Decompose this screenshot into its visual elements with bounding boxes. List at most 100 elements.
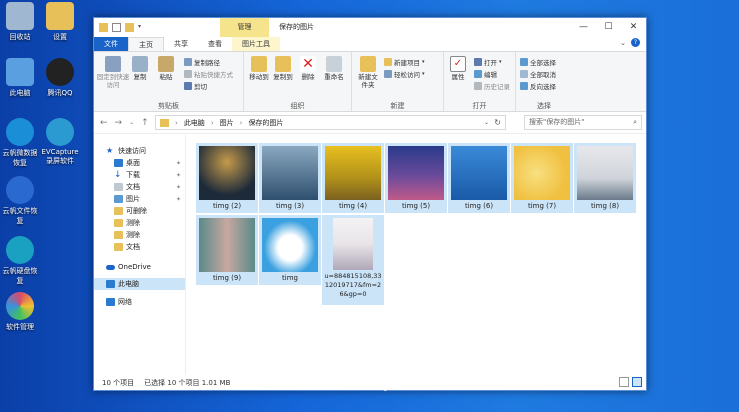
rename-button[interactable]: 重命名 [322, 56, 346, 81]
desktop-icon-settings[interactable]: 设置 [40, 2, 80, 42]
close-button[interactable]: ✕ [621, 18, 646, 37]
desktop-icon-software-manager[interactable]: 软件管理 [0, 292, 40, 332]
file-thumbnail[interactable]: timg (2) [196, 143, 258, 213]
desktop-icon-label: 云帆硬盘恢复 [2, 267, 38, 285]
manage-context-tab[interactable]: 管理 [220, 18, 269, 37]
chevron-down-icon[interactable]: ⌄ [129, 119, 134, 126]
file-thumbnail[interactable]: timg [259, 215, 321, 285]
edit-button[interactable]: 编辑 [474, 69, 497, 79]
file-thumbnail[interactable]: timg (4) [322, 143, 384, 213]
thumbnail-view-icon[interactable] [632, 377, 642, 387]
tab-home[interactable]: 主页 [128, 37, 164, 51]
address-bar[interactable]: › 此电脑 › 图片 › 保存的图片 ⌄ ↻ [155, 115, 506, 130]
new-item-button[interactable]: 新建项目 ▾ [384, 57, 425, 67]
breadcrumb-saved-pictures[interactable]: 保存的图片 [248, 118, 283, 128]
help-icon[interactable]: ? [631, 38, 640, 47]
copy-button[interactable]: 复制 [130, 56, 150, 81]
group-label: 组织 [290, 102, 305, 110]
image-thumbnail [325, 146, 381, 200]
properties-icon[interactable] [112, 23, 121, 32]
tab-share[interactable]: 共享 [164, 37, 198, 51]
pin-quick-access-button[interactable]: 固定到快速访问 [96, 56, 130, 89]
details-view-icon[interactable] [619, 377, 629, 387]
desktop-icon-disk-recovery[interactable]: 云帆硬盘恢复 [0, 236, 40, 286]
easy-access-button[interactable]: 轻松访问 ▾ [384, 69, 425, 79]
invert-selection-button[interactable]: 反向选择 [520, 81, 556, 91]
ribbon-tabs: 文件 主页 共享 查看 图片工具 ⌄ ? [94, 37, 646, 52]
file-thumbnail[interactable]: timg (7) [511, 143, 573, 213]
maximize-button[interactable]: ☐ [596, 18, 621, 37]
tab-file[interactable]: 文件 [94, 37, 128, 51]
copy-path-icon [184, 58, 192, 66]
copy-path-button[interactable]: 复制路径 [184, 57, 220, 67]
document-icon [114, 183, 123, 191]
tab-view[interactable]: 查看 [198, 37, 232, 51]
computer-icon [106, 280, 115, 288]
chevron-down-icon[interactable]: ▾ [138, 23, 147, 32]
file-thumbnail[interactable]: timg (6) [448, 143, 510, 213]
image-thumbnail [262, 146, 318, 200]
file-name: timg [282, 274, 298, 282]
desktop-icon-this-pc[interactable]: 此电脑 [0, 58, 40, 98]
chevron-down-icon: ▾ [422, 59, 425, 65]
back-arrow-icon[interactable]: ← [100, 118, 108, 128]
up-arrow-icon[interactable]: ↑ [141, 118, 149, 128]
group-label: 剪贴板 [158, 102, 179, 110]
breadcrumb-pictures[interactable]: 图片 [220, 118, 234, 128]
file-thumbnail[interactable]: timg (8) [574, 143, 636, 213]
history-button[interactable]: 历史记录 [474, 81, 510, 91]
nav-pictures[interactable]: 图片 ✦ [94, 193, 185, 205]
nav-this-pc[interactable]: 此电脑 [94, 278, 185, 290]
delete-button[interactable]: ✕ 删除 [298, 56, 318, 81]
computer-icon [6, 58, 34, 86]
chevron-down-icon[interactable]: ⌄ [484, 119, 489, 126]
nav-desktop[interactable]: 桌面 ✦ [94, 157, 185, 169]
file-thumbnail[interactable]: timg (5) [385, 143, 447, 213]
refresh-icon[interactable]: ↻ [494, 118, 501, 127]
paste-button[interactable]: 粘贴 [154, 56, 178, 81]
open-icon [474, 58, 482, 66]
tab-picture-tools[interactable]: 图片工具 [232, 37, 280, 51]
qq-penguin-icon [46, 58, 74, 86]
quick-access-toolbar: ▾ [94, 23, 147, 32]
desktop-icon-evcapture[interactable]: EVCapture 录屏软件 [40, 118, 80, 166]
nav-documents[interactable]: 文档 ✦ [94, 181, 185, 193]
nav-folder-deletable[interactable]: 可删除 [94, 205, 185, 217]
breadcrumb-separator: › [210, 118, 214, 127]
select-all-button[interactable]: 全部选择 [520, 57, 556, 67]
forward-arrow-icon[interactable]: → [115, 118, 123, 128]
file-thumbnail[interactable]: timg (3) [259, 143, 321, 213]
breadcrumb-this-pc[interactable]: 此电脑 [184, 118, 205, 128]
nav-quick-access[interactable]: ★ 快速访问 [94, 145, 185, 157]
nav-network[interactable]: 网络 [94, 296, 185, 308]
nav-onedrive[interactable]: OneDrive [94, 261, 185, 273]
file-thumbnail[interactable]: timg (9) [196, 215, 258, 285]
folder-icon [46, 2, 74, 30]
properties-button[interactable]: ✓ 属性 [448, 56, 468, 81]
desktop-icon-recycle-bin[interactable]: 回收站 [0, 2, 40, 42]
paste-shortcut-button[interactable]: 粘贴快捷方式 [184, 69, 233, 79]
new-folder-button[interactable]: 新建文件夹 [356, 56, 380, 89]
nav-downloads[interactable]: ↓ 下载 ✦ [94, 169, 185, 181]
recovery-app-icon [6, 118, 34, 146]
open-button[interactable]: 打开 ▾ [474, 57, 502, 67]
desktop-icon-qq[interactable]: 腾讯QQ [40, 58, 80, 98]
desktop-icon-data-recovery[interactable]: 云帆微数据恢复 [0, 118, 40, 168]
cut-button[interactable]: 剪切 [184, 81, 207, 91]
desktop-icon-file-recovery[interactable]: 云帆文件恢复 [0, 176, 40, 226]
nav-folder-test-1[interactable]: 测除 [94, 217, 185, 229]
group-label: 打开 [472, 102, 487, 110]
select-none-button[interactable]: 全部取消 [520, 69, 556, 79]
file-thumbnail[interactable]: u=884815108,3312019717&fm=26&gp=0 [322, 215, 384, 305]
search-input[interactable]: 搜索"保存的图片" ⌕ [524, 115, 642, 130]
desktop-icon-label: 云帆文件恢复 [2, 207, 38, 225]
chevron-down-icon[interactable]: ⌄ [620, 39, 626, 47]
new-folder-icon[interactable] [125, 23, 134, 32]
minimize-button[interactable]: — [571, 18, 596, 37]
folder-icon [114, 219, 123, 227]
copy-to-button[interactable]: 复制到 [272, 56, 294, 81]
select-group: 全部选择 全部取消 反向选择 选择 [516, 52, 572, 112]
move-to-button[interactable]: 移动到 [248, 56, 270, 81]
nav-folder-test-2[interactable]: 测除 [94, 229, 185, 241]
nav-folder-documents[interactable]: 文档 [94, 241, 185, 253]
